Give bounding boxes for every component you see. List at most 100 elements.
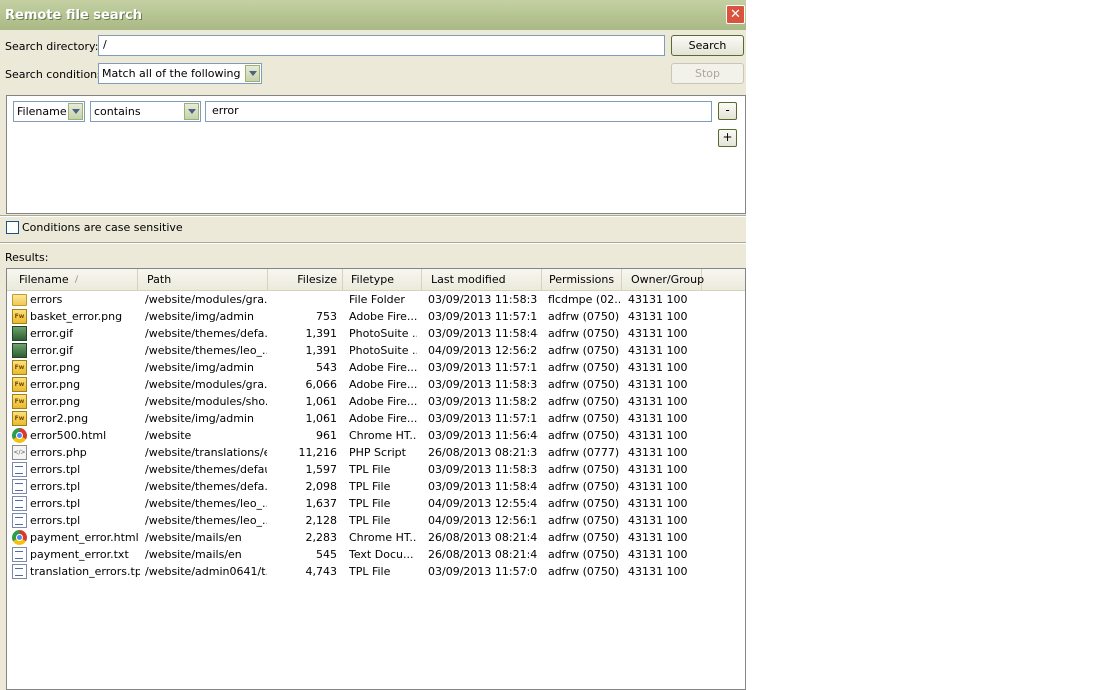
- modified-cell: 26/08/2013 08:21:43: [428, 531, 538, 544]
- column-header-last-modified[interactable]: Last modified: [422, 269, 542, 290]
- fireworks-icon: Fw: [12, 377, 27, 392]
- size-cell: 1,637: [305, 497, 338, 510]
- column-header-permissions[interactable]: Permissions: [542, 269, 622, 290]
- table-row[interactable]: errors.tpl/website/themes/leo_... 2,128 TP…: [7, 512, 745, 529]
- table-row[interactable]: Fw error.png/website/modules/gra... 6,066 A…: [7, 376, 745, 393]
- type-cell: Adobe Fire...: [349, 361, 417, 374]
- owner-cell: 43131 100: [628, 344, 688, 357]
- perms-cell: adfrw (0750): [548, 548, 620, 561]
- table-row[interactable]: errors.tpl/website/themes/defa... 2,098 TP…: [7, 478, 745, 495]
- filename-cell: error.png: [30, 361, 81, 374]
- condition-value-input[interactable]: error: [205, 101, 712, 122]
- table-row[interactable]: error.gif/website/themes/leo_... 1,391 Pho…: [7, 342, 745, 359]
- photosuite-icon: [12, 343, 27, 358]
- size-cell: 2,098: [305, 480, 338, 493]
- type-cell: TPL File: [349, 463, 391, 476]
- condition-field-select[interactable]: Filename: [13, 101, 85, 122]
- table-row[interactable]: Fw error.png/website/modules/sho... 1,061 A…: [7, 393, 745, 410]
- chrome-icon: [12, 530, 27, 545]
- table-row[interactable]: payment_error.txt/website/mails/en 545 Tex…: [7, 546, 745, 563]
- table-row[interactable]: Fw error.png/website/img/admin 543 Adobe Fi…: [7, 359, 745, 376]
- size-cell: 1,061: [305, 412, 338, 425]
- modified-cell: 03/09/2013 11:57:17: [428, 310, 538, 323]
- perms-cell: adfrw (0750): [548, 395, 620, 408]
- filename-cell: payment_error.txt: [30, 548, 129, 561]
- column-header-path[interactable]: Path: [138, 269, 268, 290]
- owner-cell: 43131 100: [628, 565, 688, 578]
- table-row[interactable]: Fw error2.png/website/img/admin 1,061 Adobe…: [7, 410, 745, 427]
- size-cell: 961: [316, 429, 337, 442]
- document-icon: [12, 547, 27, 562]
- perms-cell: flcdmpe (02...: [548, 293, 620, 306]
- table-row[interactable]: translation_errors.tpl/website/admin0641…: [7, 563, 745, 580]
- table-row[interactable]: error500.html/website 961 Chrome HT... 03/0…: [7, 427, 745, 444]
- search-conditions-select[interactable]: Match all of the following: [98, 63, 262, 84]
- owner-cell: 43131 100: [628, 429, 688, 442]
- filename-cell: error2.png: [30, 412, 89, 425]
- modified-cell: 03/09/2013 11:58:39: [428, 463, 538, 476]
- filename-cell: errors.tpl: [30, 480, 81, 493]
- modified-cell: 03/09/2013 11:58:36: [428, 293, 538, 306]
- column-header-filesize[interactable]: Filesize: [268, 269, 343, 290]
- remove-condition-button[interactable]: -: [718, 102, 737, 120]
- owner-cell: 43131 100: [628, 293, 688, 306]
- stop-button[interactable]: Stop: [671, 63, 744, 84]
- table-row[interactable]: errors.tpl/website/themes/leo_... 1,637 TP…: [7, 495, 745, 512]
- size-cell: 4,743: [305, 565, 338, 578]
- owner-cell: 43131 100: [628, 378, 688, 391]
- perms-cell: adfrw (0750): [548, 531, 620, 544]
- table-row[interactable]: payment_error.html/website/mails/en 2,283…: [7, 529, 745, 546]
- table-row[interactable]: </> errors.php/website/translations/en 11,…: [7, 444, 745, 461]
- title-bar[interactable]: Remote file search ✕: [0, 0, 746, 30]
- type-cell: Chrome HT...: [349, 429, 417, 442]
- filename-cell: errors.php: [30, 446, 87, 459]
- modified-cell: 03/09/2013 11:57:19: [428, 412, 538, 425]
- case-sensitive-checkbox[interactable]: [6, 221, 19, 234]
- type-cell: TPL File: [349, 497, 391, 510]
- table-row[interactable]: error.gif/website/themes/defa... 1,391 Pho…: [7, 325, 745, 342]
- owner-cell: 43131 100: [628, 446, 688, 459]
- modified-cell: 26/08/2013 08:21:38: [428, 446, 538, 459]
- window-title: Remote file search: [5, 8, 142, 23]
- path-cell: /website/translations/en: [145, 446, 267, 459]
- filename-cell: error.gif: [30, 327, 74, 340]
- modified-cell: 03/09/2013 11:58:29: [428, 395, 538, 408]
- case-sensitive-label[interactable]: Conditions are case sensitive: [22, 221, 183, 234]
- chevron-down-icon[interactable]: [184, 103, 199, 120]
- chevron-down-icon[interactable]: [245, 65, 260, 82]
- column-header-owner-group[interactable]: Owner/Group: [622, 269, 704, 290]
- table-row[interactable]: errors.tpl/website/themes/default 1,597 TP…: [7, 461, 745, 478]
- path-cell: /website/themes/leo_...: [145, 497, 267, 510]
- owner-cell: 43131 100: [628, 514, 688, 527]
- conditions-panel: Filename contains error - +: [6, 95, 746, 214]
- owner-cell: 43131 100: [628, 548, 688, 561]
- results-list[interactable]: Filename / Path Filesize Filetype Last m…: [6, 268, 746, 690]
- path-cell: /website/img/admin: [145, 310, 254, 323]
- close-button[interactable]: ✕: [726, 5, 745, 24]
- condition-operator-select[interactable]: contains: [90, 101, 201, 122]
- results-label: Results:: [5, 251, 49, 264]
- filename-cell: errors.tpl: [30, 497, 81, 510]
- filename-cell: error.gif: [30, 344, 74, 357]
- type-cell: TPL File: [349, 565, 391, 578]
- filename-cell: basket_error.png: [30, 310, 123, 323]
- type-cell: PhotoSuite ...: [349, 327, 417, 340]
- search-directory-input[interactable]: /: [98, 35, 665, 56]
- filename-cell: payment_error.html: [30, 531, 139, 544]
- type-cell: Adobe Fire...: [349, 395, 417, 408]
- modified-cell: 03/09/2013 11:58:44: [428, 327, 538, 340]
- size-cell: 1,061: [305, 395, 338, 408]
- modified-cell: 26/08/2013 08:21:43: [428, 548, 538, 561]
- column-header-filename[interactable]: Filename /: [7, 269, 138, 290]
- table-row[interactable]: errors/website/modules/gra... File Folder…: [7, 291, 745, 308]
- modified-cell: 04/09/2013 12:56:26: [428, 344, 538, 357]
- modified-cell: 03/09/2013 11:57:19: [428, 361, 538, 374]
- column-header-filetype[interactable]: Filetype: [343, 269, 422, 290]
- filename-cell: error500.html: [30, 429, 107, 442]
- add-condition-button[interactable]: +: [718, 129, 737, 147]
- type-cell: File Folder: [349, 293, 405, 306]
- type-cell: Adobe Fire...: [349, 310, 417, 323]
- chevron-down-icon[interactable]: [68, 103, 83, 120]
- search-button[interactable]: Search: [671, 35, 744, 56]
- table-row[interactable]: Fw basket_error.png/website/img/admin 753 A…: [7, 308, 745, 325]
